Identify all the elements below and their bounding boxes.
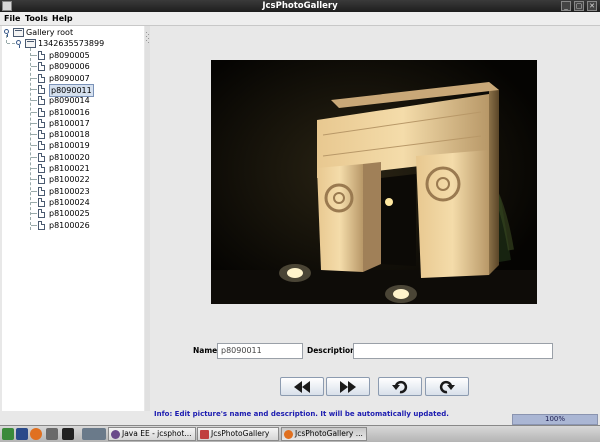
start-menu-icon[interactable] bbox=[2, 428, 14, 440]
photo-file-icon bbox=[38, 51, 45, 60]
photo-file-icon bbox=[38, 141, 45, 150]
photo-file-icon bbox=[38, 74, 45, 83]
rotate-left-button[interactable] bbox=[378, 377, 422, 396]
name-field[interactable]: p8090011 bbox=[217, 343, 303, 359]
gate-photo-image bbox=[211, 60, 537, 304]
tree-item[interactable]: p8100018 bbox=[49, 129, 90, 140]
tree-item[interactable]: p8100020 bbox=[49, 152, 90, 163]
firefox-icon bbox=[284, 429, 293, 439]
photo-file-icon bbox=[38, 119, 45, 128]
tree-item[interactable]: p8100025 bbox=[49, 208, 90, 219]
photo-file-icon bbox=[38, 62, 45, 71]
firefox-launcher-icon[interactable] bbox=[30, 428, 42, 440]
file-manager-icon[interactable] bbox=[46, 428, 58, 440]
root-folder-icon bbox=[13, 28, 24, 37]
eclipse-icon bbox=[111, 429, 120, 439]
task-jcsphotogallery-2[interactable]: JcsPhotoGallery ... bbox=[281, 427, 367, 441]
photo-file-icon bbox=[38, 85, 45, 94]
tree-item[interactable]: p8090007 bbox=[49, 73, 90, 84]
tree-item[interactable]: p8100021 bbox=[49, 163, 90, 174]
photo-file-icon bbox=[38, 209, 45, 218]
tree-item[interactable]: p8090014 bbox=[49, 95, 90, 106]
menu-tools[interactable]: Tools bbox=[25, 13, 48, 24]
task-jcsphotogallery-1[interactable]: JcsPhotoGallery bbox=[197, 427, 279, 441]
tree-item[interactable]: p8100022 bbox=[49, 174, 90, 185]
info-message: Info: Edit picture's name and descriptio… bbox=[154, 410, 449, 418]
root-expand-handle-icon[interactable] bbox=[4, 29, 9, 37]
photo-file-icon bbox=[38, 221, 45, 230]
tree-root-label[interactable]: Gallery root bbox=[26, 27, 73, 38]
progress-label: 100% bbox=[544, 415, 565, 423]
previous-button[interactable] bbox=[280, 377, 324, 396]
album-expand-handle-icon[interactable] bbox=[16, 40, 21, 48]
tree-item[interactable]: p8100024 bbox=[49, 197, 90, 208]
task-java-ee-label: Java EE - jcsphot... bbox=[122, 429, 192, 438]
double-left-arrow-icon bbox=[294, 380, 310, 393]
window-title: JcsPhotoGallery bbox=[262, 1, 338, 11]
maximize-icon[interactable]: ▢ bbox=[574, 1, 584, 11]
menu-help[interactable]: Help bbox=[52, 13, 73, 24]
gallery-tree[interactable]: Gallery root 1342635573899 p8090005 p8090… bbox=[2, 26, 144, 411]
show-desktop-icon[interactable] bbox=[16, 428, 28, 440]
tree-item[interactable]: p8100017 bbox=[49, 118, 90, 129]
photo-file-icon bbox=[38, 164, 45, 173]
double-right-arrow-icon bbox=[340, 380, 356, 393]
photo-file-icon bbox=[38, 108, 45, 117]
next-button[interactable] bbox=[326, 377, 370, 396]
photo-file-icon bbox=[38, 187, 45, 196]
tree-item[interactable]: p8090005 bbox=[49, 50, 90, 61]
tree-item[interactable]: p8100016 bbox=[49, 107, 90, 118]
workspace-switcher[interactable] bbox=[82, 428, 106, 440]
menu-bar: File Tools Help bbox=[0, 12, 600, 26]
photo-display bbox=[211, 60, 537, 304]
description-label: Description: bbox=[307, 346, 359, 355]
rotate-left-icon bbox=[392, 380, 408, 393]
photo-file-icon bbox=[38, 153, 45, 162]
rotate-right-button[interactable] bbox=[425, 377, 469, 396]
taskbar: Java EE - jcsphot... JcsPhotoGallery Jcs… bbox=[0, 425, 600, 442]
menu-file[interactable]: File bbox=[4, 13, 20, 24]
close-icon[interactable]: ✕ bbox=[587, 1, 597, 11]
tree-item[interactable]: p8090006 bbox=[49, 61, 90, 72]
tree-item[interactable]: p8100023 bbox=[49, 186, 90, 197]
task-jcsphotogallery-1-label: JcsPhotoGallery bbox=[211, 429, 270, 438]
tree-item[interactable]: p8100026 bbox=[49, 220, 90, 231]
tree-album-label[interactable]: 1342635573899 bbox=[38, 38, 104, 49]
photo-file-icon bbox=[38, 175, 45, 184]
photo-file-icon bbox=[38, 198, 45, 207]
tree-item[interactable]: p8100019 bbox=[49, 140, 90, 151]
description-field[interactable] bbox=[353, 343, 553, 359]
minimize-icon[interactable]: _ bbox=[561, 1, 571, 11]
album-folder-icon bbox=[25, 39, 36, 48]
java-icon bbox=[200, 429, 209, 439]
task-jcsphotogallery-2-label: JcsPhotoGallery ... bbox=[295, 429, 363, 438]
progress-bar: 100% bbox=[512, 414, 598, 425]
terminal-icon[interactable] bbox=[62, 428, 74, 440]
photo-file-icon bbox=[38, 130, 45, 139]
task-java-ee[interactable]: Java EE - jcsphot... bbox=[108, 427, 196, 441]
window-title-bar[interactable]: JcsPhotoGallery _ ▢ ✕ bbox=[0, 0, 600, 12]
rotate-right-icon bbox=[439, 380, 455, 393]
photo-file-icon bbox=[38, 96, 45, 105]
